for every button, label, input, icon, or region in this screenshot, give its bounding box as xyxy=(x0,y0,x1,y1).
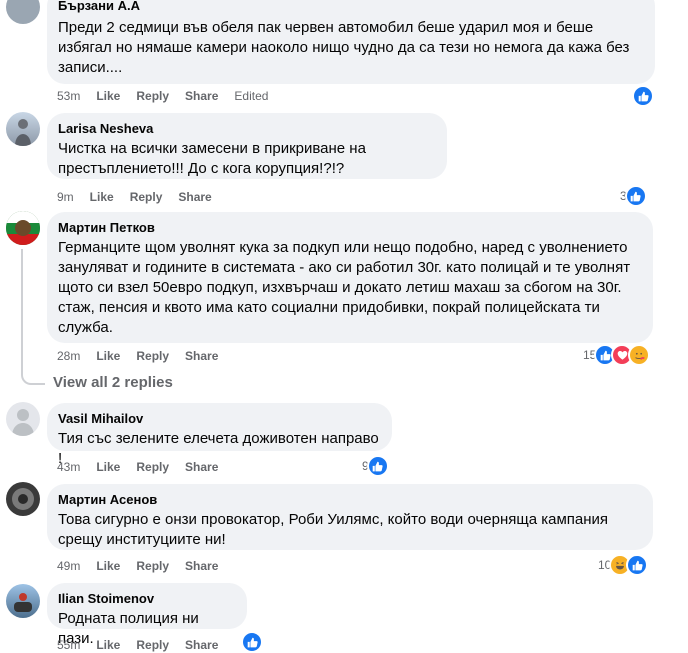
comment-time[interactable]: 43m xyxy=(57,460,80,474)
like-reaction-icon xyxy=(624,185,647,207)
comment-text: Преди 2 седмици във обеля пак червен авт… xyxy=(58,19,630,76)
comment-actions: 55m Like Reply Share xyxy=(57,637,234,653)
reply-button[interactable]: Reply xyxy=(136,89,169,103)
comment-actions: 49m Like Reply Share xyxy=(57,558,234,574)
reply-button[interactable]: Reply xyxy=(136,638,169,652)
like-reaction-icon xyxy=(626,554,649,576)
comment-bubble: Larisa Nesheva Чистка на всички замесени… xyxy=(47,113,447,179)
reply-button[interactable]: Reply xyxy=(136,559,169,573)
share-button[interactable]: Share xyxy=(178,190,211,204)
comment-author[interactable]: Ilian Stoimenov xyxy=(58,591,235,607)
reply-button[interactable]: Reply xyxy=(136,460,169,474)
reactions[interactable] xyxy=(632,85,654,107)
care-reaction-icon xyxy=(628,344,651,366)
reactions[interactable] xyxy=(241,631,263,653)
avatar[interactable] xyxy=(6,402,40,436)
like-button[interactable]: Like xyxy=(96,460,120,474)
avatar[interactable] xyxy=(6,584,40,618)
like-button[interactable]: Like xyxy=(90,190,114,204)
comment-bubble: Vasil Mihailov Тия със зелените елечета … xyxy=(47,403,392,467)
reactions[interactable]: 15 xyxy=(583,344,651,366)
share-button[interactable]: Share xyxy=(185,460,218,474)
comment-author[interactable]: Vasil Mihailov xyxy=(58,411,380,427)
thread-line xyxy=(21,249,23,371)
reactions[interactable]: 3 xyxy=(620,185,647,207)
comment-actions: 53m Like Reply Share Edited xyxy=(57,88,284,104)
comment-actions: 28m Like Reply Share xyxy=(57,348,234,364)
share-button[interactable]: Share xyxy=(185,89,218,103)
thread-connector xyxy=(21,371,45,385)
share-button[interactable]: Share xyxy=(185,349,218,363)
comment-actions: 43m Like Reply Share xyxy=(57,459,234,475)
comment-bubble: Мартин Асенов Това сигурно е онзи провок… xyxy=(47,484,653,550)
comment-text: Това сигурно е онзи провокатор, Роби Уил… xyxy=(58,511,609,548)
like-reaction-icon xyxy=(241,631,263,653)
comment-time[interactable]: 9m xyxy=(57,190,74,204)
comment-author[interactable]: Бързани А.А xyxy=(58,0,643,14)
like-button[interactable]: Like xyxy=(96,89,120,103)
avatar[interactable] xyxy=(6,211,40,245)
comment-bubble: Ilian Stoimenov Родната полиция ни пази. xyxy=(47,583,247,647)
like-reaction-icon xyxy=(366,455,389,477)
reply-button[interactable]: Reply xyxy=(136,349,169,363)
comment-time[interactable]: 55m xyxy=(57,638,80,652)
like-button[interactable]: Like xyxy=(96,349,120,363)
comment-actions: 9m Like Reply Share xyxy=(57,189,228,205)
comment-bubble: Мартин Петков Германците щом уволнят кук… xyxy=(47,212,653,343)
comment-author[interactable]: Мартин Асенов xyxy=(58,492,641,508)
avatar[interactable] xyxy=(6,112,40,146)
comment-text: Чистка на всички замесени в прикриване н… xyxy=(58,140,366,177)
like-button[interactable]: Like xyxy=(96,559,120,573)
comment-time[interactable]: 49m xyxy=(57,559,80,573)
comment-text: Германците щом уволнят кука за подкуп ил… xyxy=(58,239,631,336)
comment-author[interactable]: Мартин Петков xyxy=(58,220,641,236)
avatar[interactable] xyxy=(6,0,40,24)
share-button[interactable]: Share xyxy=(185,638,218,652)
comment-author[interactable]: Larisa Nesheva xyxy=(58,121,435,137)
avatar[interactable] xyxy=(6,482,40,516)
reactions[interactable]: 9 xyxy=(362,455,389,477)
like-button[interactable]: Like xyxy=(96,638,120,652)
comment-time[interactable]: 28m xyxy=(57,349,80,363)
like-reaction-icon xyxy=(632,85,654,107)
reply-button[interactable]: Reply xyxy=(130,190,163,204)
edited-label[interactable]: Edited xyxy=(234,89,268,103)
reactions[interactable]: 10 xyxy=(598,554,649,576)
view-all-replies-link[interactable]: View all 2 replies xyxy=(53,374,173,391)
comment-time[interactable]: 53m xyxy=(57,89,80,103)
comment-bubble: Бързани А.А Преди 2 седмици във обеля па… xyxy=(47,0,655,84)
share-button[interactable]: Share xyxy=(185,559,218,573)
